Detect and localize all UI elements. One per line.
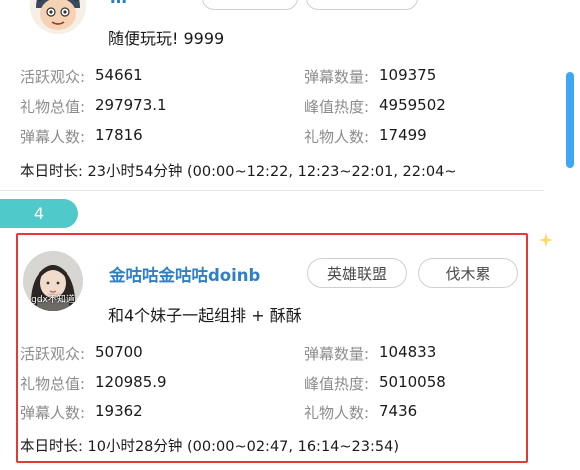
stream-description: 随便玩玩! 9999: [108, 29, 225, 48]
active-viewers-label: 活跃观众:: [20, 345, 86, 363]
daily-duration-value: 10小时28分钟 (00:00~02:47, 16:14~23:54): [87, 439, 400, 455]
active-viewers-label: 活跃观众:: [20, 68, 86, 86]
danmu-count-value: 104833: [379, 343, 437, 361]
streamer-avatar[interactable]: gdx不知道: [23, 251, 83, 311]
tag-pill-partial[interactable]: [306, 0, 418, 10]
danmu-count-label: 弹幕数量:: [304, 68, 370, 86]
rank-badge: 4: [0, 199, 78, 228]
streamer-ranking-list: … 随便玩玩! 9999 活跃观众: 54661 弹幕数量: 109375 礼物…: [0, 0, 580, 470]
daily-duration-label: 本日时长:: [20, 439, 83, 455]
peak-heat-value: 5010058: [379, 373, 446, 391]
gift-users-value: 17499: [379, 126, 427, 144]
gift-total-label: 礼物总值:: [20, 375, 86, 393]
gift-users-label: 礼物人数:: [304, 404, 370, 422]
gift-users-label: 礼物人数:: [304, 128, 370, 146]
danmu-users-label: 弹幕人数:: [20, 404, 86, 422]
peak-heat-value: 4959502: [379, 96, 446, 114]
daily-duration-value: 23小时54分钟 (00:00~12:22, 12:23~22:01, 22:0…: [87, 164, 457, 180]
danmu-users-value: 19362: [95, 402, 143, 420]
sparkle-icon: [538, 232, 554, 248]
gift-total-label: 礼物总值:: [20, 98, 86, 116]
daily-duration-label: 本日时长:: [20, 164, 83, 180]
active-viewers-value: 50700: [95, 343, 143, 361]
tag-pill-game[interactable]: 英雄联盟: [307, 258, 407, 288]
streamer-name-partial[interactable]: …: [110, 0, 127, 8]
danmu-users-value: 17816: [95, 126, 143, 144]
stream-description: 和4个妹子一起组排 + 酥酥: [108, 306, 302, 325]
active-viewers-value: 54661: [95, 66, 143, 84]
peak-heat-label: 峰值热度:: [304, 98, 370, 116]
gift-users-value: 7436: [379, 402, 418, 420]
peak-heat-label: 峰值热度:: [304, 375, 370, 393]
gift-total-value: 297973.1: [95, 96, 167, 114]
cartoon-avatar-icon[interactable]: [30, 0, 86, 34]
daily-duration: 本日时长: 10小时28分钟 (00:00~02:47, 16:14~23:54…: [20, 435, 399, 456]
tag-pill-group[interactable]: 伐木累: [418, 258, 518, 288]
card-divider: [0, 190, 544, 191]
scrollbar-track[interactable]: [566, 0, 574, 470]
avatar-caption: gdx不知道: [31, 295, 75, 305]
daily-duration: 本日时长: 23小时54分钟 (00:00~12:22, 12:23~22:01…: [20, 160, 457, 181]
streamer-name[interactable]: 金咕咕金咕咕doinb: [109, 262, 260, 286]
danmu-count-label: 弹幕数量:: [304, 345, 370, 363]
danmu-count-value: 109375: [379, 66, 437, 84]
danmu-users-label: 弹幕人数:: [20, 128, 86, 146]
scrollbar-thumb[interactable]: [566, 72, 574, 168]
gift-total-value: 120985.9: [95, 373, 167, 391]
tag-pill-partial[interactable]: [202, 0, 298, 10]
